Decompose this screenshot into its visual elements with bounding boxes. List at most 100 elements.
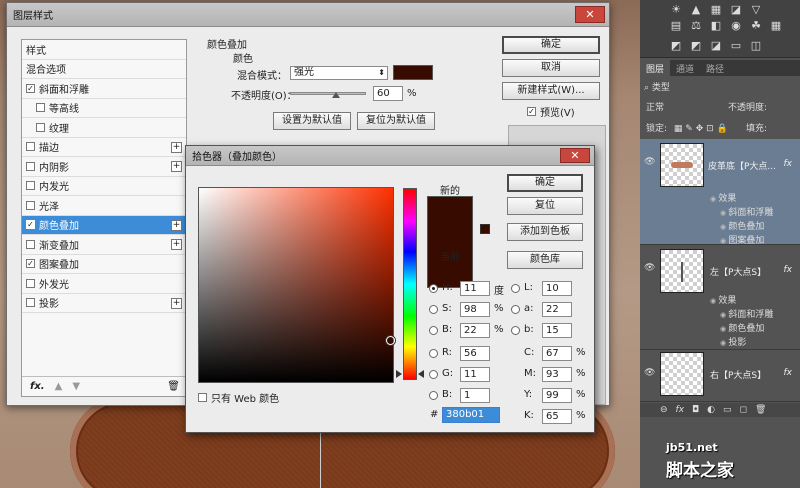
layer-effect-item[interactable]: 颜色叠加 [720,219,764,232]
threshold-icon[interactable]: ◪ [710,40,722,52]
vibrance-icon[interactable]: ▽ [750,4,762,16]
value-input[interactable]: 11 [460,367,490,382]
layer-row[interactable]: 👁 右【P大点S】 fx [640,350,800,402]
fx-badge[interactable]: fx [784,265,793,275]
move-down-icon[interactable]: ▼ [72,381,80,392]
color-picker-close-button[interactable]: ✕ [560,148,590,163]
effect-item[interactable]: ✓ 颜色叠加 + [22,215,186,235]
value-input[interactable]: 67 [542,346,572,361]
layer-kind-select[interactable]: 类型 [652,83,670,93]
layer-effect-item[interactable]: 斜面和浮雕 [720,307,773,320]
value-input[interactable]: 65 [542,409,572,424]
lock-icon[interactable]: ▦ ✎ ✥ ⊡ 🔒 [674,124,728,134]
layer-style-titlebar[interactable]: 图层样式 ✕ [7,3,609,27]
mode-radio[interactable] [511,326,520,335]
add-effect-icon[interactable]: + [171,239,182,250]
value-input[interactable]: 93 [542,367,572,382]
effect-item[interactable]: 渐变叠加 + [22,235,186,255]
layer-name[interactable]: 皮革底【P大点... [708,159,776,172]
value-input[interactable]: 1 [460,388,490,403]
value-input[interactable]: 22 [542,302,572,317]
layer-name[interactable]: 右【P大点S】 [710,368,766,381]
value-input[interactable]: 10 [542,281,572,296]
effect-checkbox[interactable] [26,142,35,152]
effect-checkbox[interactable] [26,239,35,249]
mode-radio[interactable] [511,305,520,314]
color-picker-cursor[interactable] [386,335,396,345]
mask-icon[interactable]: ◘ [692,405,699,415]
fx-badge[interactable]: fx [784,159,793,169]
selective-color-icon[interactable]: ◫ [750,40,762,52]
brightness-icon[interactable]: ☀ [670,4,682,16]
set-default-button[interactable]: 设置为默认值 [273,112,351,130]
link-icon[interactable]: ⊖ [660,405,668,415]
blend-mode-select[interactable]: 强光 ⬍ [290,66,388,80]
color-balance-icon[interactable]: ⚖ [690,20,702,32]
fx-badge[interactable]: fx [784,368,793,378]
opacity-slider-handle[interactable] [331,91,340,98]
fx-menu-icon[interactable]: fx [676,405,685,415]
effect-checkbox[interactable] [26,200,35,210]
effect-checkbox[interactable] [36,103,45,113]
add-effect-icon[interactable]: + [171,219,182,231]
tab-paths[interactable]: 路径 [700,60,730,76]
layer-effect-item[interactable]: 颜色叠加 [720,321,764,334]
preview-checkbox[interactable]: ✓ 预览(V) [527,104,575,119]
close-button[interactable]: ✕ [575,6,605,23]
layer-effect-item[interactable]: 投影 [720,335,746,348]
new-layer-icon[interactable]: ◻ [740,405,747,415]
effect-checkbox[interactable] [26,161,35,171]
cube-icon[interactable] [480,224,490,234]
value-input[interactable]: 11 [460,281,490,296]
mode-radio[interactable] [429,284,438,293]
value-input[interactable]: 56 [460,346,490,361]
exposure-icon[interactable]: ◪ [730,4,742,16]
effect-item[interactable]: 内发光 [22,177,186,196]
effect-item[interactable]: 纹理 [22,118,186,138]
invert-icon[interactable]: ◩ [670,40,682,52]
black-white-icon[interactable]: ◧ [710,20,722,32]
color-picker-titlebar[interactable]: 拾色器（叠加颜色） ✕ [186,146,594,166]
effect-checkbox[interactable] [36,122,45,132]
tab-channels[interactable]: 通道 [670,60,700,76]
picker-ok-button[interactable]: 确定 [507,174,583,192]
hue-slider[interactable] [403,188,417,380]
curves-icon[interactable]: ▦ [710,4,722,16]
effect-checkbox[interactable] [26,278,35,288]
color-lookup-icon[interactable]: ▦ [770,20,782,32]
effect-checkbox[interactable]: ✓ [26,83,35,93]
eye-icon[interactable]: 👁 [644,368,655,378]
effect-checkbox[interactable] [26,298,35,308]
levels-icon[interactable]: ▲ [690,4,702,16]
value-input[interactable]: 98 [460,302,490,317]
hue-slider-left-arrow[interactable] [396,370,402,379]
effect-checkbox[interactable] [26,181,35,191]
add-effect-icon[interactable]: + [171,161,182,172]
effect-checkbox[interactable]: ✓ [26,259,35,269]
layer-effect-item[interactable]: 斜面和浮雕 [720,205,773,218]
add-effect-icon[interactable]: + [171,297,182,309]
new-style-button[interactable]: 新建样式(W)... [502,82,600,100]
value-input[interactable]: 22 [460,323,490,338]
picker-reset-button[interactable]: 复位 [507,197,583,215]
hue-sat-icon[interactable]: ▤ [670,20,682,32]
value-input[interactable]: 99 [542,388,572,403]
mode-radio[interactable] [511,284,520,293]
eye-icon[interactable]: 👁 [644,263,655,273]
ok-button[interactable]: 确定 [502,36,600,54]
eye-icon[interactable]: 👁 [644,157,655,167]
effect-item[interactable]: 样式 [22,40,186,60]
mode-radio[interactable] [429,370,438,379]
tab-layers[interactable]: 图层 [640,60,671,76]
mode-radio[interactable] [429,305,438,314]
add-to-swatches-button[interactable]: 添加到色板 [507,223,583,241]
effect-item[interactable]: 外发光 [22,274,186,294]
hex-input[interactable]: 380b01 [442,407,500,423]
effect-item[interactable]: 光泽 [22,196,186,216]
layer-name[interactable]: 左【P大点S】 [710,265,766,278]
effect-checkbox[interactable]: ✓ [26,220,35,230]
cancel-button[interactable]: 取消 [502,59,600,77]
saturation-brightness-field[interactable] [198,187,396,383]
layer-row[interactable]: 👁 左【P大点S】 fx 效果 斜面和浮雕 颜色叠加 投影 [640,245,800,350]
effect-item[interactable]: 等高线 [22,99,186,118]
